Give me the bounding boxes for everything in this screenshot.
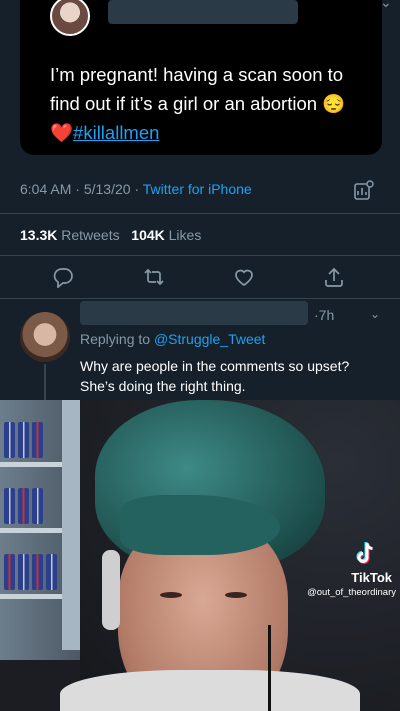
reply-author-redacted xyxy=(80,301,308,325)
can xyxy=(4,422,15,458)
fridge-shelf xyxy=(0,594,62,599)
reply-avatar[interactable] xyxy=(20,312,70,362)
chevron-down-icon[interactable]: ⌄ xyxy=(370,307,380,321)
tweet-avatar[interactable] xyxy=(50,0,90,36)
can xyxy=(4,554,15,590)
can xyxy=(32,488,43,524)
divider xyxy=(0,213,400,214)
replying-to: Replying to @Struggle_Tweet xyxy=(80,331,265,347)
person-shirt xyxy=(60,670,360,711)
reply-time-row: ·7h xyxy=(314,307,335,323)
meta-separator: · xyxy=(134,181,143,197)
can xyxy=(18,488,29,524)
divider xyxy=(0,255,400,256)
can xyxy=(32,554,43,590)
tweet-time: 6:04 AM xyxy=(20,181,72,197)
person-eye xyxy=(160,592,182,598)
tweet-text-line3: ❤️#killallmen xyxy=(50,118,395,147)
can xyxy=(46,554,57,590)
replying-handle[interactable]: @Struggle_Tweet xyxy=(154,331,266,347)
can xyxy=(4,488,15,524)
headset xyxy=(102,550,120,630)
more-icon[interactable]: ⌄ xyxy=(380,0,392,11)
can xyxy=(18,554,29,590)
tweet-source-link[interactable]: Twitter for iPhone xyxy=(143,181,252,197)
fridge-shelf xyxy=(0,528,62,533)
tiktok-username: @out_of_theordinary xyxy=(307,587,396,598)
share-icon[interactable] xyxy=(323,266,345,288)
reply-icon[interactable] xyxy=(52,266,74,288)
can xyxy=(32,422,43,458)
thread-line xyxy=(44,364,46,400)
fridge-door xyxy=(62,400,80,650)
likes-label: Likes xyxy=(168,227,202,243)
heart-emoji: ❤️ xyxy=(50,122,74,143)
reply-time: 7h xyxy=(318,307,335,323)
retweets-count: 13.3K xyxy=(20,227,58,243)
tweet-stats: 13.3K Retweets 104K Likes xyxy=(20,227,201,243)
retweets-stat[interactable]: 13.3K Retweets xyxy=(20,227,120,243)
analytics-icon[interactable] xyxy=(352,180,374,202)
tiktok-logo-icon xyxy=(356,542,373,564)
like-icon[interactable] xyxy=(233,266,255,288)
likes-count: 104K xyxy=(131,227,165,243)
tiktok-brand: TikTok xyxy=(351,570,392,585)
hashtag-link[interactable]: #killallmen xyxy=(73,122,159,143)
tweet-text: I’m pregnant! having a scan soon to find… xyxy=(50,60,395,147)
meta-separator: · xyxy=(75,181,84,197)
retweet-icon[interactable] xyxy=(143,266,165,288)
person-eye xyxy=(225,592,247,598)
twitter-screenshot: ⌄ I’m pregnant! having a scan soon to fi… xyxy=(0,0,400,400)
reply-text: Why are people in the comments so upset?… xyxy=(80,358,350,394)
fridge-shelf xyxy=(0,462,62,467)
tweet-meta: 6:04 AM · 5/13/20 · Twitter for iPhone xyxy=(20,181,252,197)
replying-label: Replying to xyxy=(80,331,151,347)
tweet-text-line2: find out if it’s a girl or an abortion 😔 xyxy=(50,93,346,114)
likes-stat[interactable]: 104K Likes xyxy=(131,227,201,243)
tweet-date: 5/13/20 xyxy=(83,181,131,197)
tiktok-watermark: TikTok @out_of_theordinary xyxy=(290,540,396,598)
microphone-cable xyxy=(268,625,271,711)
tweet-author-redacted xyxy=(108,0,298,24)
retweets-label: Retweets xyxy=(61,227,120,243)
divider xyxy=(0,298,400,299)
tweet-text-line1: I’m pregnant! having a scan soon to xyxy=(50,64,344,85)
can xyxy=(18,422,29,458)
tweet-card[interactable]: ⌄ I’m pregnant! having a scan soon to fi… xyxy=(20,0,392,155)
